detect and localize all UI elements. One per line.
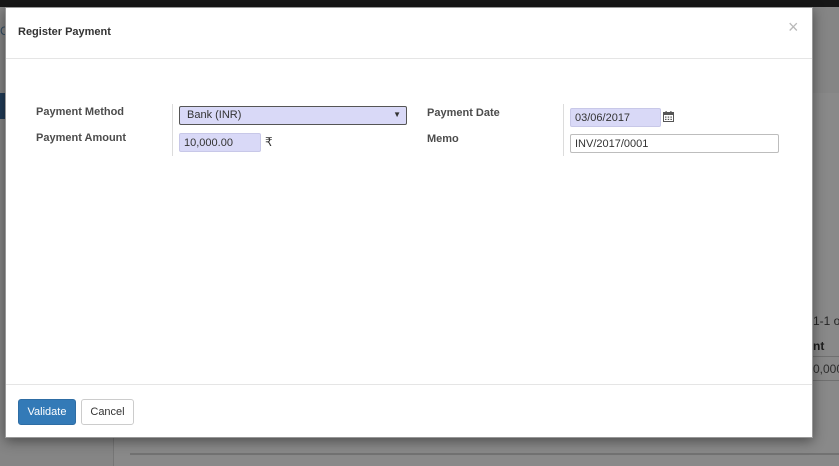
field-separator [172, 104, 173, 156]
payment-date-input[interactable]: 03/06/2017 [570, 108, 661, 127]
calendar-icon[interactable] [663, 111, 674, 122]
payment-method-label: Payment Method [36, 106, 125, 118]
dialog-footer: Validate Cancel [6, 384, 812, 439]
validate-button[interactable]: Validate [18, 399, 76, 425]
payment-amount-input[interactable]: 10,000.00 [179, 133, 261, 152]
memo-input[interactable]: INV/2017/0001 [570, 134, 779, 153]
currency-symbol: ₹ [265, 135, 273, 149]
payment-date-label: Payment Date [427, 107, 500, 119]
chevron-down-icon: ▼ [393, 110, 401, 119]
close-icon[interactable]: × [788, 18, 799, 36]
register-payment-dialog: Register Payment × Payment Method Paymen… [5, 7, 813, 438]
dialog-header: Register Payment × [6, 8, 812, 59]
memo-label: Memo [427, 133, 459, 145]
cancel-button[interactable]: Cancel [81, 399, 134, 425]
payment-method-select[interactable]: Bank (INR) ▼ [179, 106, 407, 125]
payment-amount-label: Payment Amount [36, 132, 127, 144]
field-separator [563, 104, 564, 156]
dialog-title: Register Payment [18, 26, 111, 38]
payment-method-value: Bank (INR) [187, 109, 242, 121]
